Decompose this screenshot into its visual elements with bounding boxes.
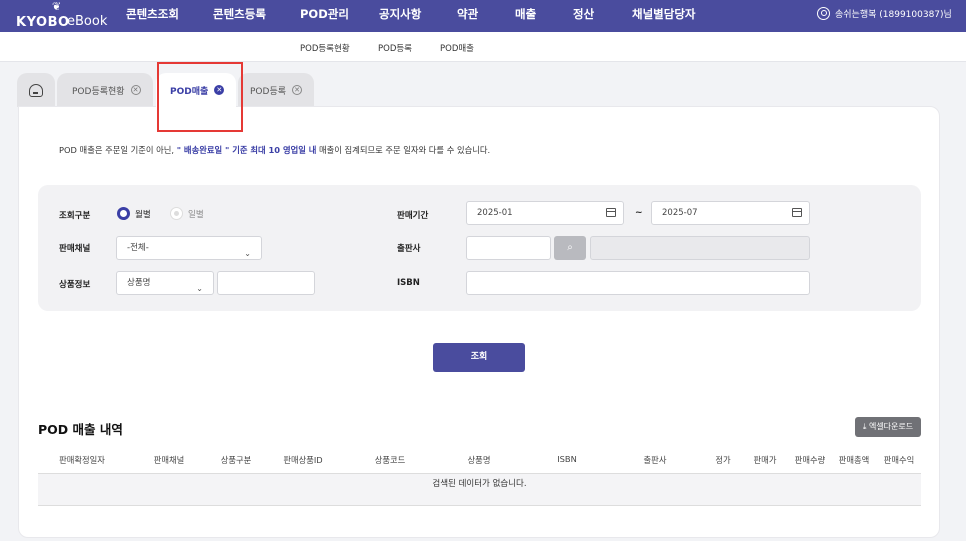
submenu-pod-register[interactable]: POD등록 bbox=[378, 42, 412, 54]
menu-sales[interactable]: 매출 bbox=[515, 0, 536, 32]
logo-kyobo-text: KYOBO bbox=[16, 15, 70, 30]
isbn-label: ISBN bbox=[397, 278, 420, 288]
menu-notice[interactable]: 공지사항 bbox=[379, 0, 421, 32]
product-type-select[interactable]: 상품명 ⌄ bbox=[116, 271, 214, 295]
notice-prefix: POD 매출은 주문일 기준이 아닌, bbox=[59, 145, 177, 155]
column-header[interactable]: 판매수익 bbox=[884, 454, 915, 466]
home-icon bbox=[29, 83, 43, 97]
tab-label: POD등록현황 bbox=[72, 86, 125, 97]
radio-label: 월별 bbox=[135, 209, 151, 220]
empty-message: 검색된 데이터가 없습니다. bbox=[432, 479, 527, 489]
results-title: POD 매출 내역 bbox=[38, 422, 123, 437]
submenu-pod-status[interactable]: POD등록현황 bbox=[300, 42, 350, 54]
notice-text: POD 매출은 주문일 기준이 아닌, " 배송완료일 " 기준 최대 10 영… bbox=[59, 144, 490, 156]
column-header[interactable]: 판매채널 bbox=[154, 454, 185, 466]
column-header[interactable]: 출판사 bbox=[644, 454, 667, 466]
period-separator: ~ bbox=[635, 208, 643, 218]
search-filter-box: 조회구분 월별 일별 판매기간 2025-01 ~ 2025-07 판매채널 -… bbox=[38, 185, 921, 311]
isbn-input[interactable] bbox=[466, 271, 810, 295]
column-header[interactable]: 상품구분 bbox=[221, 454, 252, 466]
user-icon bbox=[817, 7, 830, 20]
close-icon[interactable]: ✕ bbox=[292, 85, 303, 95]
publisher-name-field bbox=[590, 236, 810, 260]
highlight-annotation-box bbox=[157, 62, 243, 132]
sub-navigation-bar: POD등록현황 POD등록 POD매출 bbox=[0, 32, 966, 62]
period-from-field[interactable]: 2025-01 bbox=[466, 201, 624, 225]
results-table-header: 판매확정일자 판매채널 상품구분 판매상품ID 상품코드 상품명 ISBN 출판… bbox=[38, 446, 921, 474]
period-to-field[interactable]: 2025-07 bbox=[651, 201, 810, 225]
column-header[interactable]: ISBN bbox=[557, 454, 577, 464]
submenu-pod-sales[interactable]: POD매출 bbox=[440, 42, 474, 54]
main-content-panel: POD 매출은 주문일 기준이 아닌, " 배송완료일 " 기준 최대 10 영… bbox=[18, 106, 940, 538]
tab-pod-register[interactable]: POD등록 ✕ bbox=[238, 73, 314, 107]
menu-content-search[interactable]: 콘텐츠조회 bbox=[126, 0, 179, 32]
radio-label: 일별 bbox=[188, 209, 204, 220]
tab-home[interactable] bbox=[17, 73, 55, 107]
product-type-value: 상품명 bbox=[127, 278, 151, 288]
notice-highlight: " 배송완료일 " 기준 최대 10 영업일 내 bbox=[176, 145, 317, 155]
column-header[interactable]: 판매총액 bbox=[839, 454, 870, 466]
results-table-body: 검색된 데이터가 없습니다. bbox=[38, 474, 921, 506]
search-button[interactable]: 조회 bbox=[433, 343, 525, 372]
calendar-icon[interactable] bbox=[792, 208, 802, 217]
logo-bird-icon: ❦ bbox=[52, 0, 62, 13]
close-icon[interactable]: ✕ bbox=[130, 85, 141, 95]
logo-ebook-text: eBook bbox=[67, 14, 108, 29]
menu-channel-manager[interactable]: 채널별담당자 bbox=[632, 0, 695, 32]
channel-label: 판매채널 bbox=[59, 244, 91, 254]
radio-dot bbox=[170, 207, 183, 220]
column-header[interactable]: 판매상품ID bbox=[283, 454, 322, 466]
product-label: 상품정보 bbox=[59, 280, 91, 290]
type-label: 조회구분 bbox=[59, 211, 91, 221]
calendar-icon[interactable] bbox=[606, 208, 616, 217]
search-icon: ⌕ bbox=[567, 242, 573, 253]
product-input[interactable] bbox=[217, 271, 315, 295]
tab-label: POD등록 bbox=[250, 86, 287, 97]
radio-monthly[interactable]: 월별 bbox=[117, 207, 151, 220]
column-header[interactable]: 정가 bbox=[715, 454, 730, 466]
column-header[interactable]: 상품명 bbox=[468, 454, 491, 466]
period-label: 판매기간 bbox=[397, 211, 429, 221]
menu-content-register[interactable]: 콘텐츠등록 bbox=[213, 0, 266, 32]
column-header[interactable]: 판매가 bbox=[754, 454, 777, 466]
column-header[interactable]: 판매확정일자 bbox=[59, 454, 105, 466]
channel-value: -전체- bbox=[127, 243, 149, 253]
period-to-value: 2025-07 bbox=[662, 208, 698, 218]
page-tab-row: POD등록현황 ✕ POD매출 ✕ POD등록 ✕ bbox=[0, 62, 966, 107]
excel-download-button[interactable]: ⤓ 엑셀다운로드 bbox=[855, 417, 921, 437]
tab-pod-status[interactable]: POD등록현황 ✕ bbox=[57, 73, 153, 107]
kyobo-ebook-logo[interactable]: ❦ KYOBO eBook bbox=[16, 0, 112, 30]
menu-terms[interactable]: 약관 bbox=[457, 0, 478, 32]
publisher-label: 출판사 bbox=[397, 244, 421, 254]
period-from-value: 2025-01 bbox=[477, 208, 513, 218]
column-header[interactable]: 상품코드 bbox=[375, 454, 406, 466]
notice-suffix: 매출이 집계되므로 주문 일자와 다를 수 있습니다. bbox=[316, 145, 491, 155]
menu-pod-management[interactable]: POD관리 bbox=[300, 0, 349, 32]
user-info[interactable]: 송쉬는행복 (1899100387)님 bbox=[817, 7, 952, 20]
column-header[interactable]: 판매수량 bbox=[795, 454, 826, 466]
chevron-down-icon: ⌄ bbox=[196, 284, 203, 293]
publisher-search-button[interactable]: ⌕ bbox=[554, 236, 586, 260]
radio-dot-selected bbox=[117, 207, 130, 220]
top-navigation-bar: ❦ KYOBO eBook 콘텐츠조회 콘텐츠등록 POD관리 공지사항 약관 … bbox=[0, 0, 966, 32]
user-name: 송쉬는행복 (1899100387)님 bbox=[835, 10, 952, 20]
menu-settlement[interactable]: 정산 bbox=[573, 0, 594, 32]
channel-select[interactable]: -전체- ⌄ bbox=[116, 236, 262, 260]
publisher-input[interactable] bbox=[466, 236, 551, 260]
chevron-down-icon: ⌄ bbox=[244, 249, 251, 258]
radio-daily[interactable]: 일별 bbox=[170, 207, 204, 220]
